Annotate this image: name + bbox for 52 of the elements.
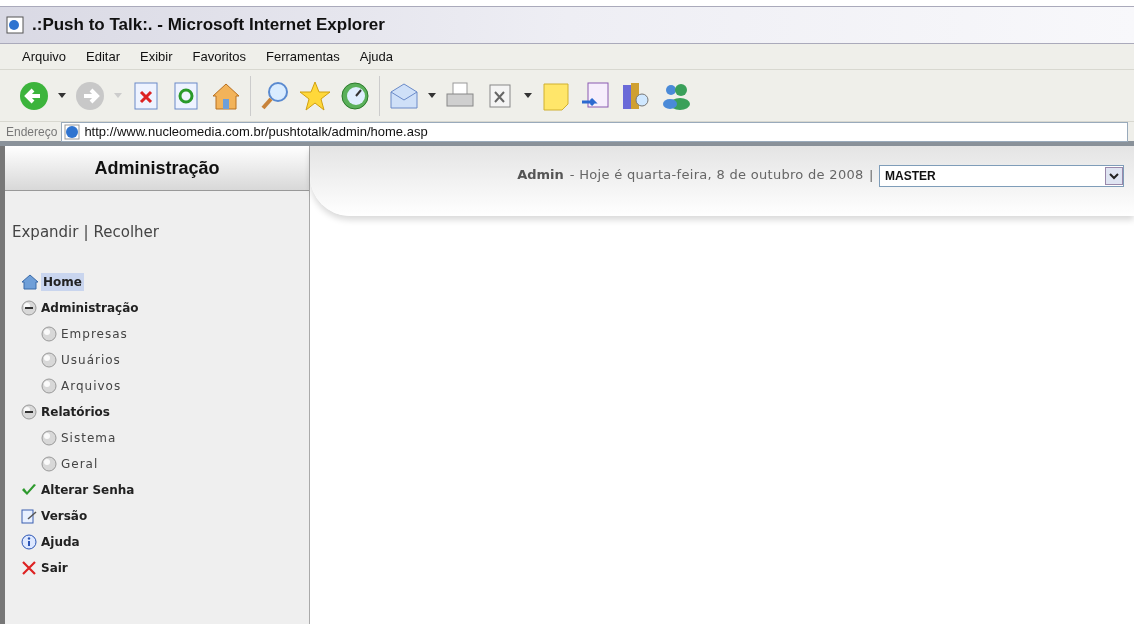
collapse-icon <box>21 403 37 420</box>
separator: | <box>83 222 89 243</box>
menu-item[interactable]: Administração <box>39 298 141 317</box>
menu-item[interactable]: Usuários <box>59 350 123 369</box>
back-icon[interactable] <box>18 79 50 112</box>
expand-link[interactable]: Expandir <box>12 221 79 244</box>
company-select[interactable]: MASTER <box>879 165 1124 187</box>
collapse-link[interactable]: Recolher <box>93 221 159 244</box>
browser-icon <box>64 123 81 140</box>
menu-item[interactable]: Empresas <box>59 324 130 343</box>
menu-item[interactable]: Geral <box>59 454 101 473</box>
address-field[interactable]: http://www.nucleomedia.com.br/pushtotalk/admin/home.asp <box>61 121 1128 142</box>
bullet-icon <box>41 377 57 394</box>
menu-item[interactable]: Editar <box>86 46 121 67</box>
menu-item[interactable]: Home <box>41 272 84 291</box>
menu-item[interactable]: Sistema <box>59 428 119 447</box>
menu-item[interactable]: Versão <box>39 506 90 525</box>
house-icon <box>21 273 39 290</box>
menu-item[interactable]: Ajuda <box>39 532 82 551</box>
window-title: .:Push to Talk:. - Microsoft Internet Explorer <box>32 14 385 37</box>
document-edit-icon <box>21 507 37 524</box>
bullet-icon <box>41 325 57 342</box>
date-text: - Hoje é quarta-feira, 8 de outubro de 2008 <box>569 166 864 184</box>
caret-icon[interactable] <box>524 92 532 99</box>
dropdown-icon <box>1105 167 1123 185</box>
bullet-icon <box>41 351 57 368</box>
menu-item[interactable]: Ferramentas <box>266 46 340 67</box>
collapse-icon <box>21 299 37 316</box>
menu-item[interactable]: Alterar Senha <box>39 480 137 499</box>
checkmark-icon <box>21 482 37 497</box>
close-icon <box>21 559 37 576</box>
caret-icon[interactable] <box>428 92 436 99</box>
caret-icon[interactable] <box>58 92 66 99</box>
browser-icon <box>6 16 24 34</box>
history-icon[interactable] <box>339 79 371 112</box>
bullet-icon <box>41 429 57 446</box>
search-icon[interactable] <box>259 79 291 112</box>
bullet-icon <box>41 455 57 472</box>
menu-item[interactable]: Arquivos <box>59 376 124 395</box>
menu-item[interactable]: Relatórios <box>39 402 112 421</box>
forward-icon[interactable] <box>74 79 106 112</box>
separator: | <box>869 166 873 184</box>
menu-item[interactable]: Exibir <box>140 46 173 67</box>
menu-item[interactable]: Favoritos <box>192 46 247 67</box>
menu-item[interactable]: Ajuda <box>359 46 393 67</box>
address-label: Endereço <box>6 123 58 141</box>
star-icon[interactable] <box>299 79 331 112</box>
menu-item[interactable]: Sair <box>39 558 70 577</box>
user-name: Admin <box>517 166 564 184</box>
info-icon <box>21 533 37 550</box>
menu-item[interactable]: Arquivo <box>22 46 67 67</box>
sidebar-title: Administração <box>94 156 220 180</box>
